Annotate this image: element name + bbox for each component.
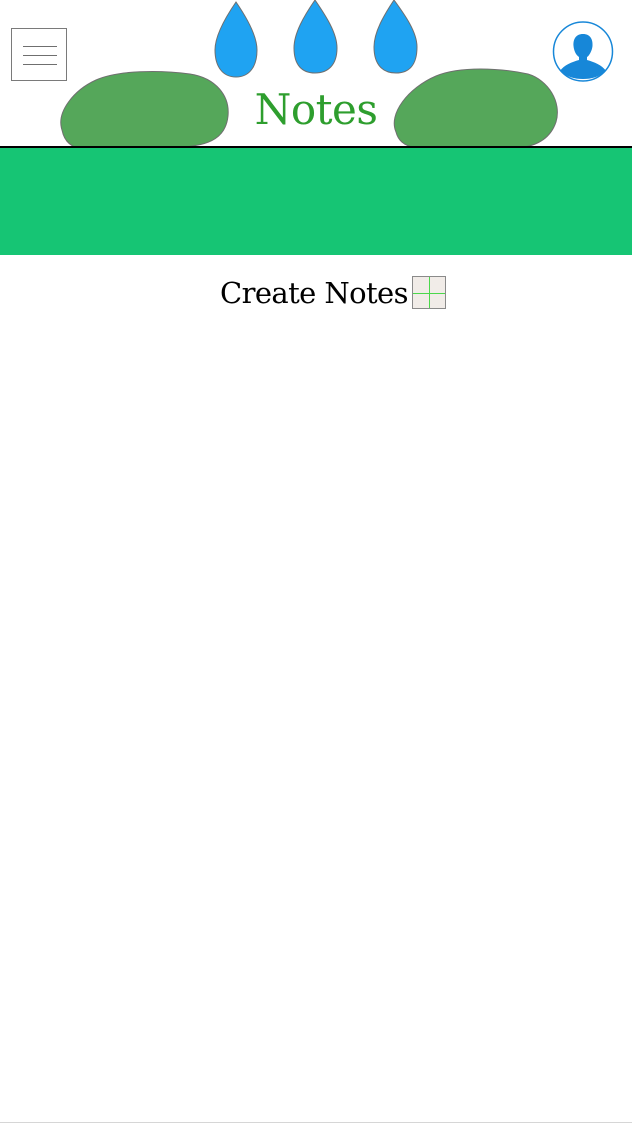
profile-button[interactable] [552,21,614,82]
plus-grid-line [413,293,445,294]
hamburger-menu-icon [23,46,57,47]
app-header: Notes [0,0,632,150]
add-note-button[interactable] [412,276,446,309]
bush-left [60,71,229,150]
create-notes-label: Create Notes [220,276,408,310]
create-notes-row: Create Notes [0,270,632,318]
hamburger-line [23,64,57,65]
menu-button[interactable] [11,28,67,81]
page-title: Notes [254,85,378,134]
water-drop-icon [293,0,338,74]
bush-right [393,68,558,150]
bottom-edge [0,1122,632,1123]
hamburger-line [23,55,57,56]
user-profile-icon [552,21,614,82]
water-drop-icon [214,1,258,78]
banner [0,148,632,255]
water-drop-icon [373,0,418,74]
